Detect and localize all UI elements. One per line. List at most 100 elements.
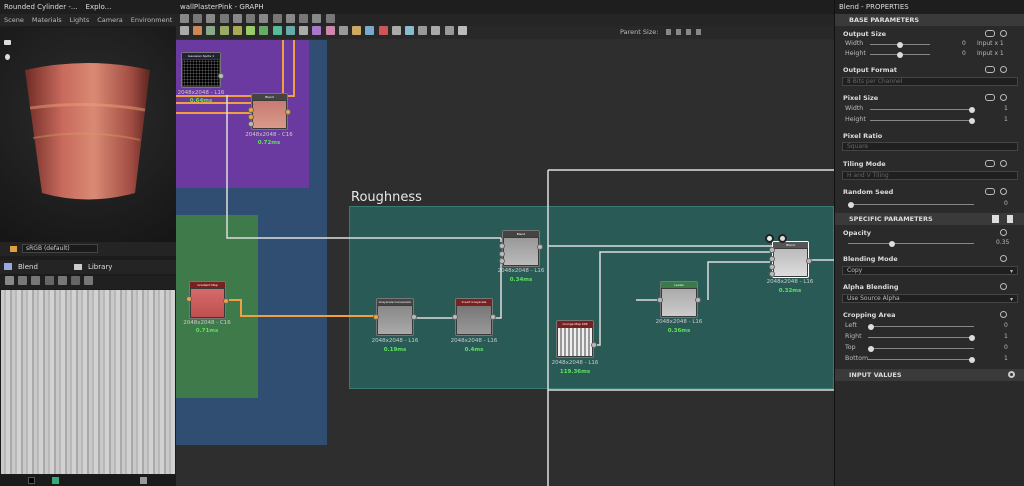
- pixel-ratio-select[interactable]: Square: [842, 142, 1018, 151]
- slider-knob[interactable]: [969, 334, 975, 341]
- pixel-height-value[interactable]: 1: [1004, 116, 1008, 123]
- base-parameters-section[interactable]: BASE PARAMETERS: [835, 14, 1024, 26]
- tab-3d-view[interactable]: Rounded Cylinder -...: [4, 0, 78, 14]
- output-pin[interactable]: [411, 314, 417, 320]
- slider-knob[interactable]: [868, 323, 874, 330]
- output-pin[interactable]: [537, 244, 543, 250]
- menu-environment[interactable]: Environment: [131, 14, 173, 26]
- input-pin[interactable]: [499, 251, 505, 257]
- menu-scene[interactable]: Scene: [4, 14, 24, 26]
- node-grunge-map[interactable]: Grunge Map 008: [556, 320, 597, 358]
- crop-bottom-slider[interactable]: [868, 356, 975, 363]
- copy-icon[interactable]: [18, 276, 28, 285]
- input-pin[interactable]: [657, 297, 663, 303]
- slider-knob[interactable]: [897, 51, 903, 58]
- input-pin[interactable]: [769, 247, 775, 253]
- output-pin[interactable]: [285, 109, 291, 115]
- input-pin[interactable]: [373, 314, 379, 320]
- pixel-width-value[interactable]: 1: [1004, 105, 1008, 112]
- output-pin[interactable]: [695, 297, 701, 303]
- alpha-blending-select[interactable]: Use Source Alpha: [842, 294, 1018, 303]
- grid-toggle-icon[interactable]: [140, 477, 147, 484]
- random-seed-reset-icon[interactable]: [1000, 188, 1007, 195]
- node-gradient-map[interactable]: Gradient Map: [186, 281, 229, 319]
- crop-top-value[interactable]: 0: [1004, 344, 1008, 351]
- transparency-icon[interactable]: [44, 276, 54, 285]
- input-pin[interactable]: [499, 258, 505, 264]
- input-values-section[interactable]: INPUT VALUES: [835, 369, 1024, 381]
- blending-mode-select[interactable]: Copy: [842, 266, 1018, 275]
- output-pin[interactable]: [223, 298, 229, 304]
- random-seed-value[interactable]: 0: [1004, 200, 1008, 207]
- cropping-reset-icon[interactable]: [1000, 311, 1007, 318]
- node-blend-top[interactable]: Blend: [248, 93, 291, 130]
- blending-mode-reset-icon[interactable]: [1000, 255, 1007, 262]
- input-pin[interactable]: [452, 314, 458, 320]
- crop-left-value[interactable]: 0: [1004, 322, 1008, 329]
- slider-knob[interactable]: [969, 106, 975, 113]
- output-size-link-icon[interactable]: [985, 30, 995, 37]
- opacity-slider[interactable]: [848, 240, 974, 247]
- crop-top-slider[interactable]: [868, 345, 974, 352]
- alpha-blending-reset-icon[interactable]: [1000, 283, 1007, 290]
- node-gaussian-spots[interactable]: Gaussian Spots 1: [181, 52, 224, 88]
- crop-bottom-value[interactable]: 1: [1004, 355, 1008, 362]
- output-size-reset-icon[interactable]: [1000, 30, 1007, 37]
- tab-library[interactable]: Library: [88, 260, 112, 274]
- info-icon[interactable]: [71, 276, 81, 285]
- node-grayscale-conversion[interactable]: Grayscale Conversion: [373, 298, 417, 336]
- output-pin[interactable]: [490, 314, 496, 320]
- node-info-icon[interactable]: [765, 234, 774, 243]
- input-pin[interactable]: [248, 107, 254, 113]
- pixel-size-link-icon[interactable]: [985, 94, 995, 101]
- random-seed-link-icon[interactable]: [985, 188, 995, 195]
- menu-lights[interactable]: Lights: [70, 14, 90, 26]
- output-format-select[interactable]: 8 Bits per Channel: [842, 77, 1018, 86]
- pixel-height-slider[interactable]: [870, 117, 975, 124]
- specific-file-icon[interactable]: [1007, 215, 1013, 223]
- channels-icon[interactable]: [57, 276, 67, 285]
- gear-icon[interactable]: [1008, 371, 1015, 378]
- crop-right-value[interactable]: 1: [1004, 333, 1008, 340]
- slider-knob[interactable]: [848, 201, 854, 208]
- layers-icon[interactable]: [10, 246, 17, 252]
- tiling-mode-reset-icon[interactable]: [1000, 160, 1007, 167]
- opacity-reset-icon[interactable]: [1000, 229, 1007, 236]
- input-pin[interactable]: [248, 114, 254, 120]
- output-format-link-icon[interactable]: [985, 66, 995, 73]
- tiling-mode-select[interactable]: H and V Tiling: [842, 171, 1018, 180]
- camera-icon[interactable]: [4, 40, 11, 45]
- input-pin[interactable]: [248, 121, 254, 127]
- menu-materials[interactable]: Materials: [32, 14, 62, 26]
- histogram-icon[interactable]: [84, 276, 94, 285]
- specific-save-icon[interactable]: [992, 215, 999, 223]
- output-pin[interactable]: [806, 258, 812, 264]
- output-height-mode[interactable]: Input x 1: [977, 50, 1004, 57]
- black-swatch-icon[interactable]: [28, 477, 35, 484]
- output-width-slider[interactable]: [870, 41, 930, 48]
- 3d-viewport[interactable]: [0, 28, 176, 242]
- input-pin[interactable]: [186, 296, 192, 302]
- slider-knob[interactable]: [897, 41, 903, 48]
- node-invert-grayscale[interactable]: Invert Grayscale: [452, 298, 496, 336]
- input-pin[interactable]: [769, 271, 775, 277]
- menu-camera[interactable]: Camera: [97, 14, 123, 26]
- output-height-value[interactable]: 0: [962, 50, 966, 57]
- tiling-mode-link-icon[interactable]: [985, 160, 995, 167]
- random-seed-slider[interactable]: [848, 201, 974, 208]
- tab-blend[interactable]: Blend: [18, 260, 38, 274]
- crop-right-slider[interactable]: [868, 334, 975, 341]
- tab-explorer[interactable]: Explo...: [86, 0, 112, 14]
- output-format-reset-icon[interactable]: [1000, 66, 1007, 73]
- pixel-size-reset-icon[interactable]: [1000, 94, 1007, 101]
- light-icon[interactable]: [5, 54, 10, 60]
- node-levels[interactable]: Levels: [657, 281, 701, 318]
- slider-knob[interactable]: [868, 345, 874, 352]
- input-pin[interactable]: [769, 264, 775, 270]
- save-icon[interactable]: [5, 276, 14, 285]
- output-width-mode[interactable]: Input x 1: [977, 40, 1004, 47]
- slider-knob[interactable]: [889, 240, 895, 247]
- 2d-view-canvas[interactable]: [1, 290, 175, 474]
- node-blend-selected[interactable]: Blend: [765, 234, 812, 278]
- green-icon[interactable]: [52, 477, 59, 484]
